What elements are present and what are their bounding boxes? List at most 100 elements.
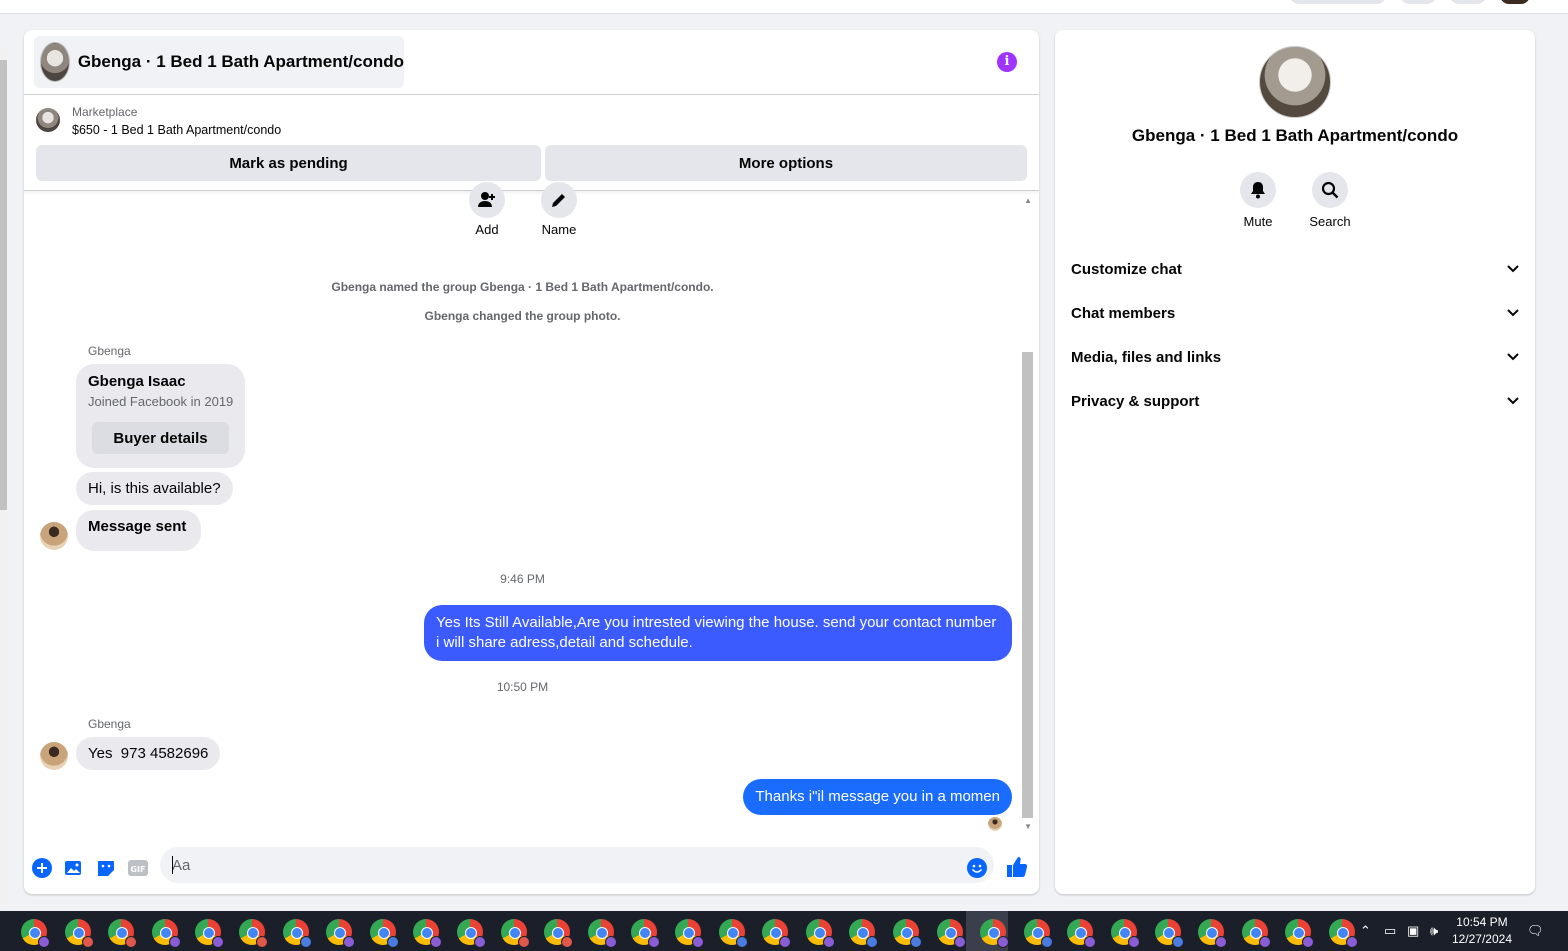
chrome-icon[interactable] xyxy=(1241,919,1271,948)
page-scrollbar[interactable] xyxy=(0,60,7,510)
chat-info-panel: Gbenga · 1 Bed 1 Bath Apartment/condo Mu… xyxy=(1055,30,1535,894)
chrome-icon[interactable] xyxy=(239,919,268,948)
chevron-down-icon xyxy=(1507,397,1519,405)
sender-name: Gbenga xyxy=(88,717,131,731)
timestamp: 9:46 PM xyxy=(500,572,545,586)
chrome-icon[interactable] xyxy=(500,919,530,948)
add-people-button[interactable] xyxy=(469,182,505,218)
chrome-icon[interactable] xyxy=(151,919,181,948)
chrome-icon[interactable] xyxy=(1285,919,1315,948)
chevron-down-icon xyxy=(1507,353,1519,361)
top-icon-button[interactable] xyxy=(1400,0,1436,4)
chrome-icon[interactable] xyxy=(936,919,966,948)
marketplace-bar: Marketplace $650 - 1 Bed 1 Bath Apartmen… xyxy=(24,96,1039,191)
chat-title-button[interactable]: Gbenga · 1 Bed 1 Bath Apartment/condo xyxy=(34,36,404,88)
chrome-icon[interactable] xyxy=(195,919,225,948)
chrome-icon[interactable] xyxy=(718,919,748,948)
chrome-icon[interactable] xyxy=(1067,919,1097,948)
chrome-icon[interactable] xyxy=(1198,919,1228,948)
message-bubble-incoming[interactable]: Yes 973 4582696 xyxy=(76,737,221,770)
listing-thumbnail[interactable] xyxy=(36,108,60,132)
chrome-icon[interactable] xyxy=(64,919,94,948)
chat-members-section[interactable]: Chat members xyxy=(1071,293,1519,333)
profile-badge-icon xyxy=(648,936,661,948)
chrome-icon[interactable] xyxy=(544,919,574,948)
profile-badge-icon xyxy=(517,936,530,948)
chrome-icon[interactable] xyxy=(762,919,792,948)
chat-panel: Gbenga · 1 Bed 1 Bath Apartment/condo i … xyxy=(24,30,1039,894)
chrome-icon[interactable] xyxy=(1111,919,1140,948)
mute-label: Mute xyxy=(1243,214,1273,229)
chrome-icon[interactable] xyxy=(1023,919,1053,948)
sender-avatar[interactable] xyxy=(40,522,68,550)
scroll-down-icon[interactable]: ▼ xyxy=(1024,822,1032,831)
chrome-icon[interactable] xyxy=(893,919,922,948)
media-files-links-section[interactable]: Media, files and links xyxy=(1071,337,1519,377)
profile-badge-icon xyxy=(1040,936,1053,948)
browser-top-strip xyxy=(0,0,1568,14)
plus-icon[interactable] xyxy=(32,858,52,878)
profile-badge-icon xyxy=(1302,936,1315,948)
profile-badge-icon xyxy=(168,936,181,948)
gif-icon[interactable]: GIF xyxy=(127,858,149,878)
chrome-icon[interactable] xyxy=(631,919,661,948)
buyer-details-button[interactable]: Buyer details xyxy=(92,422,229,454)
profile-badge-icon xyxy=(430,936,443,948)
chrome-icon[interactable] xyxy=(369,919,399,948)
chrome-icon[interactable] xyxy=(108,919,138,948)
account-avatar[interactable] xyxy=(1500,0,1530,4)
timestamp: 10:50 PM xyxy=(496,680,549,694)
svg-text:GIF: GIF xyxy=(130,865,145,874)
top-icon-button[interactable] xyxy=(1450,0,1486,4)
chrome-icon[interactable] xyxy=(457,919,486,948)
name-group-button[interactable] xyxy=(541,182,577,218)
thumbs-up-icon[interactable] xyxy=(1006,856,1028,878)
message-input[interactable] xyxy=(160,847,994,883)
chrome-icon[interactable] xyxy=(326,919,356,948)
side-title: Gbenga · 1 Bed 1 Bath Apartment/condo xyxy=(1131,126,1459,145)
listing-title[interactable]: $650 - 1 Bed 1 Bath Apartment/condo xyxy=(72,123,281,137)
taskbar-clock[interactable]: 10:54 PM 12/27/2024 xyxy=(1452,914,1512,948)
privacy-support-section[interactable]: Privacy & support xyxy=(1071,381,1519,421)
chrome-icon[interactable] xyxy=(282,919,312,948)
chrome-icon[interactable] xyxy=(587,919,617,948)
mark-as-pending-button[interactable]: Mark as pending xyxy=(36,145,541,181)
tray-chevron-icon[interactable]: ⌃ xyxy=(1360,923,1371,939)
emoji-icon[interactable] xyxy=(967,858,987,878)
top-button[interactable] xyxy=(1290,0,1386,4)
photo-icon[interactable] xyxy=(64,858,84,878)
mute-button[interactable]: Mute xyxy=(1218,172,1298,229)
message-bubble-outgoing[interactable]: Yes Its Still Available,Are you intreste… xyxy=(424,605,1012,661)
more-options-button[interactable]: More options xyxy=(545,145,1027,181)
volume-icon[interactable]: 🕪 xyxy=(1430,923,1438,939)
group-avatar-large[interactable] xyxy=(1259,46,1331,118)
text-caret xyxy=(172,856,173,874)
chrome-icon[interactable] xyxy=(805,919,835,948)
search-button[interactable]: Search xyxy=(1290,172,1370,229)
profile-badge-icon xyxy=(125,936,138,948)
customize-chat-section[interactable]: Customize chat xyxy=(1071,249,1519,289)
chrome-icon[interactable] xyxy=(21,919,50,948)
message-bubble-outgoing[interactable]: Thanks i"il message you in a momen xyxy=(743,779,1012,815)
chrome-icon[interactable] xyxy=(849,919,879,948)
network-icon[interactable]: ▣ xyxy=(1407,923,1419,939)
chrome-icon[interactable] xyxy=(980,919,1010,948)
pencil-icon xyxy=(552,194,565,207)
notification-icon[interactable]: 🗨 xyxy=(1527,923,1544,939)
chevron-down-icon xyxy=(1507,309,1519,317)
chat-scrollbar[interactable] xyxy=(1022,352,1033,818)
meet-now-icon[interactable]: ▭ xyxy=(1384,923,1396,939)
sticker-icon[interactable] xyxy=(96,858,116,878)
chrome-icon[interactable] xyxy=(413,919,443,948)
sender-avatar[interactable] xyxy=(40,742,68,770)
chrome-icon[interactable] xyxy=(675,919,704,948)
name-label: Name xyxy=(541,222,577,237)
profile-badge-icon xyxy=(779,936,792,948)
info-icon[interactable]: i xyxy=(997,52,1017,72)
profile-badge-icon xyxy=(604,936,617,948)
scroll-up-icon[interactable]: ▲ xyxy=(1024,196,1032,205)
message-bubble-incoming[interactable]: Hi, is this available? xyxy=(76,472,233,505)
chrome-icon[interactable] xyxy=(1154,919,1184,948)
chrome-icon[interactable] xyxy=(1329,919,1358,948)
message-bubble-incoming[interactable]: Message sent xyxy=(76,510,202,551)
